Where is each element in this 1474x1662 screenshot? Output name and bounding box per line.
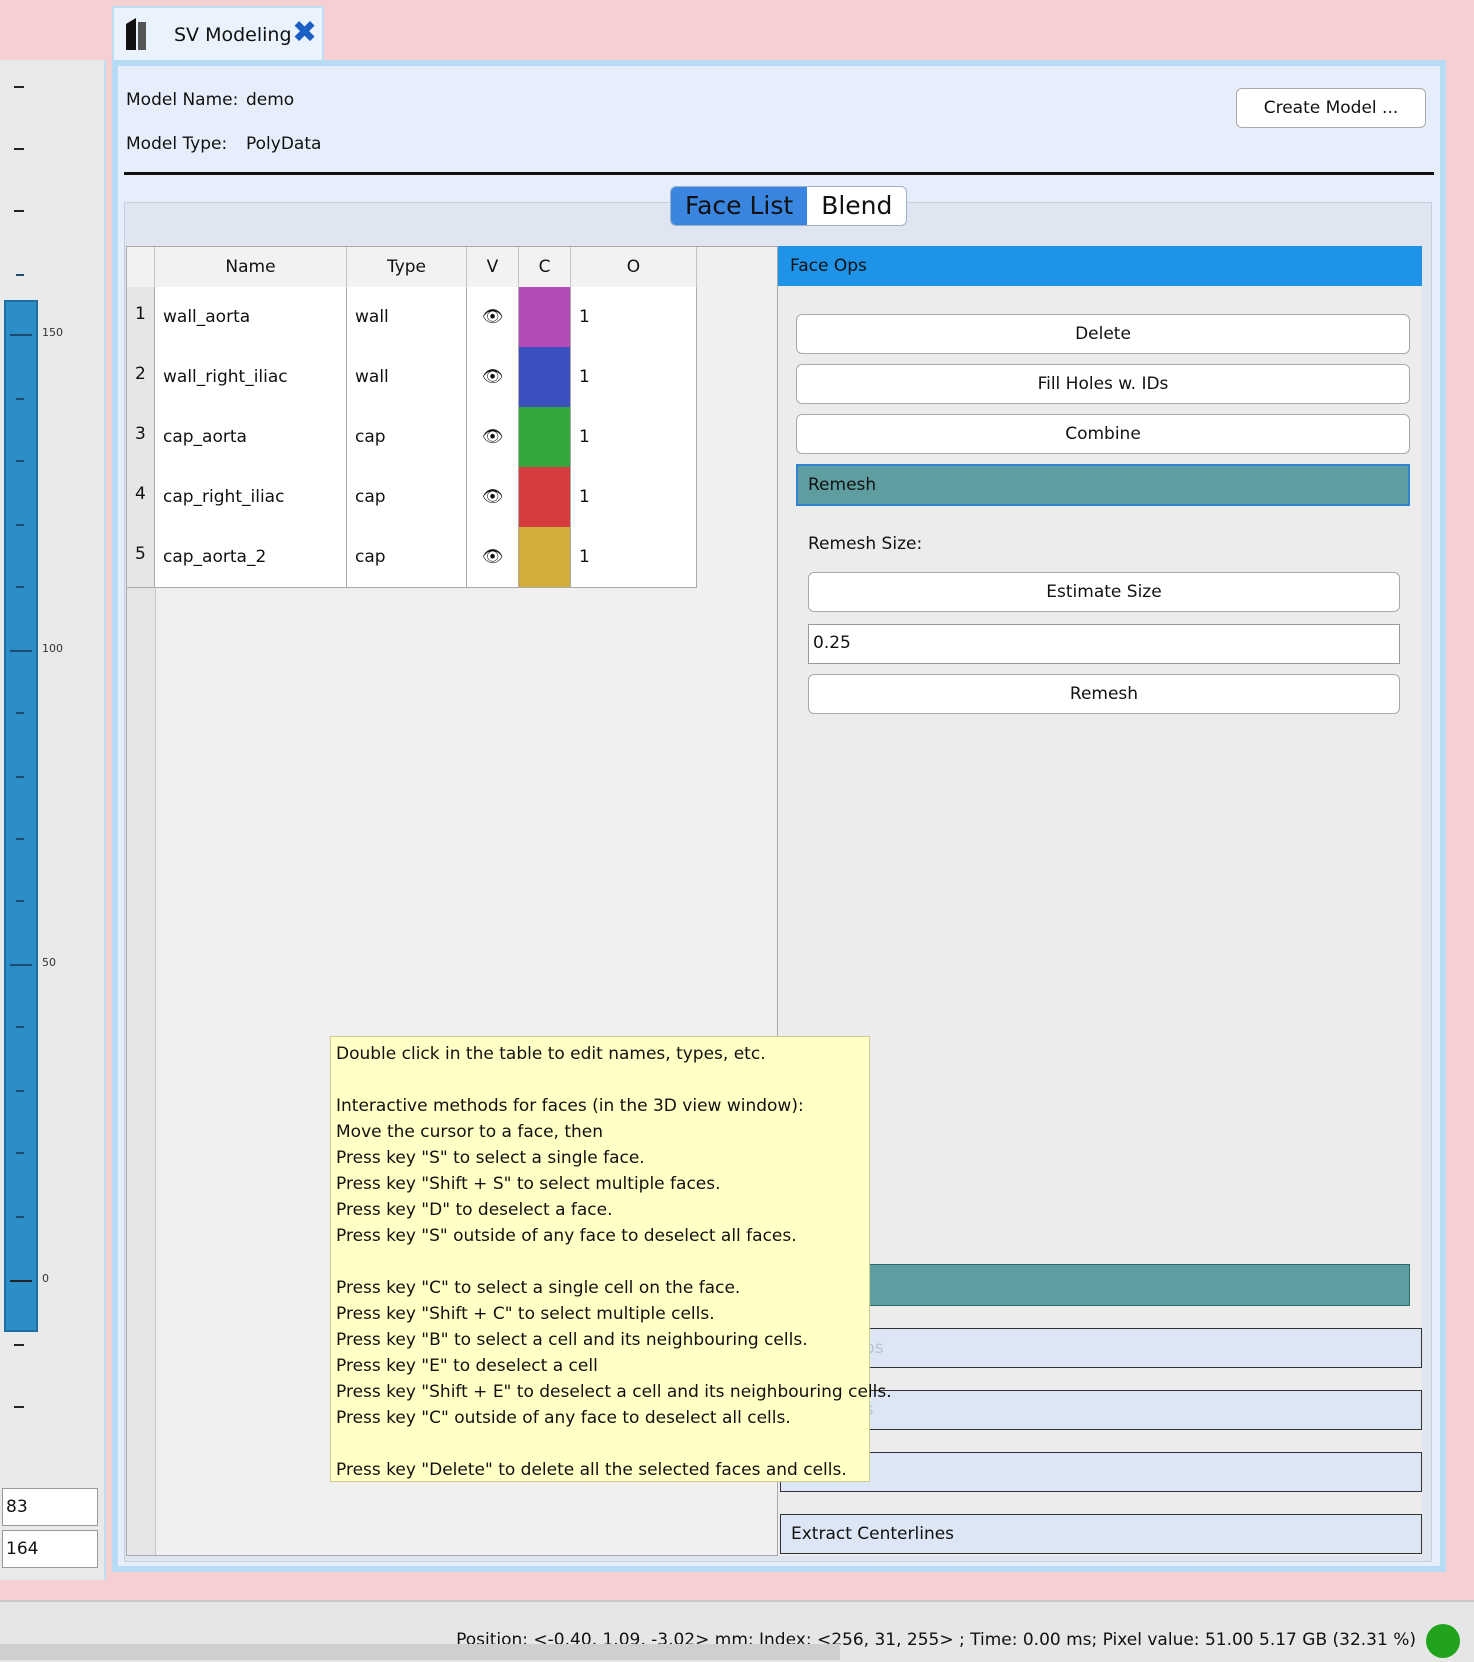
face-color-swatch[interactable] [519,347,571,407]
taskbar-strip [0,1644,840,1660]
face-color-swatch[interactable] [519,527,571,587]
tooltip-line: Press key "Shift + S" to select multiple… [336,1174,721,1194]
scale-label-100: 100 [42,642,63,655]
tab-blend[interactable]: Blend [807,187,906,225]
slider-max-field[interactable]: 164 [2,1530,98,1568]
face-opacity-cell[interactable]: 1 [571,287,697,347]
tooltip-line [336,1249,864,1275]
tooltip-line: Press key "Delete" to delete all the sel… [336,1460,847,1480]
face-name-cell[interactable]: cap_aorta_2 [155,527,347,587]
slider-value-field[interactable]: 83 [2,1488,98,1526]
face-color-swatch[interactable] [519,407,571,467]
face-name-cell[interactable]: cap_right_iliac [155,467,347,527]
tooltip-line: Press key "S" outside of any face to des… [336,1226,797,1246]
tooltip-line: Double click in the table to edit names,… [336,1044,766,1064]
slice-slider[interactable] [4,300,38,1332]
table-row[interactable]: 5 cap_aorta_2 cap 👁 1 [127,527,697,588]
view-tabs: Face List Blend [670,186,908,226]
column-header-opacity[interactable]: O [571,247,697,287]
fill-holes-button[interactable]: Fill Holes w. IDs [796,364,1410,404]
extract-centerlines-header[interactable]: Extract Centerlines [780,1514,1422,1554]
remesh-button[interactable]: Remesh [808,674,1400,714]
tooltip-line: Press key "C" outside of any face to des… [336,1408,791,1428]
slice-slider-panel: 150 100 50 0 83 164 [0,60,106,1580]
face-name-cell[interactable]: cap_aorta [155,407,347,467]
tooltip-line: Press key "E" to deselect a cell [336,1356,598,1376]
scale-label-50: 50 [42,956,56,969]
global-ops-header[interactable]: Global Ops [780,1328,1422,1368]
tooltip-line: Press key "Shift + C" to select multiple… [336,1304,715,1324]
tab-face-list[interactable]: Face List [671,187,808,225]
face-type-cell[interactable]: cap [347,407,467,467]
row-number: 3 [127,407,155,467]
estimate-size-button[interactable]: Estimate Size [808,572,1400,612]
face-name-cell[interactable]: wall_aorta [155,287,347,347]
face-name-cell[interactable]: wall_right_iliac [155,347,347,407]
face-type-cell[interactable]: cap [347,527,467,587]
table-row[interactable]: 1 wall_aorta wall 👁 1 [127,287,697,348]
face-type-cell[interactable]: wall [347,287,467,347]
row-number: 5 [127,527,155,587]
face-opacity-cell[interactable]: 1 [571,467,697,527]
eye-icon[interactable]: 👁 [467,347,519,407]
table-header: Name Type V C O [127,247,697,288]
column-header-type[interactable]: Type [347,247,467,287]
close-icon[interactable]: ✖ [292,18,317,48]
separator [124,172,1434,175]
scale-label-0: 0 [42,1272,49,1285]
status-indicator-icon [1426,1624,1460,1658]
delete-button[interactable]: Delete [796,314,1410,354]
model-type-value: PolyData [246,134,322,154]
help-tooltip: Double click in the table to edit names,… [330,1036,892,1482]
tab-title: SV Modeling [174,24,292,46]
tooltip-line: Interactive methods for faces (in the 3D… [336,1096,804,1116]
tooltip-line: Press key "Shift + E" to deselect a cell… [336,1382,892,1402]
eye-icon[interactable]: 👁 [467,467,519,527]
tooltip-line [336,1067,864,1093]
table-row[interactable]: 4 cap_right_iliac cap 👁 1 [127,467,697,528]
face-opacity-cell[interactable]: 1 [571,347,697,407]
model-name-label: Model Name: [126,90,239,110]
table-row[interactable]: 3 cap_aorta cap 👁 1 [127,407,697,468]
eye-icon[interactable]: 👁 [467,527,519,587]
column-header-name[interactable]: Name [155,247,347,287]
row-number: 2 [127,347,155,407]
face-color-swatch[interactable] [519,287,571,347]
row-number: 1 [127,287,155,347]
tooltip-line: Press key "D" to deselect a face. [336,1200,613,1220]
create-model-button[interactable]: Create Model ... [1236,88,1426,128]
app-icon [126,18,146,50]
remesh-size-label: Remesh Size: [808,534,923,554]
remesh-size-input[interactable]: 0.25 [808,624,1400,664]
scale-label-150: 150 [42,326,63,339]
face-type-cell[interactable]: wall [347,347,467,407]
face-ops-header[interactable]: Face Ops [778,246,1422,286]
column-header-color[interactable]: C [519,247,571,287]
face-ops-panel: Face Ops Delete Fill Holes w. IDs Combin… [778,246,1422,1556]
extract-section-header[interactable]: Extract [796,1264,1410,1306]
model-type-label: Model Type: [126,134,228,154]
row-number: 4 [127,467,155,527]
collapsed-section-header[interactable] [780,1452,1422,1492]
combine-button[interactable]: Combine [796,414,1410,454]
eye-icon[interactable]: 👁 [467,287,519,347]
face-opacity-cell[interactable]: 1 [571,527,697,587]
model-name-value: demo [246,90,295,110]
face-opacity-cell[interactable]: 1 [571,407,697,467]
tooltip-line: Press key "S" to select a single face. [336,1148,645,1168]
column-header-visible[interactable]: V [467,247,519,287]
face-type-cell[interactable]: cap [347,467,467,527]
tooltip-line: Press key "C" to select a single cell on… [336,1278,741,1298]
tooltip-line: Move the cursor to a face, then [336,1122,604,1142]
tooltip-line: Press key "B" to select a cell and its n… [336,1330,808,1350]
table-row[interactable]: 2 wall_right_iliac wall 👁 1 [127,347,697,408]
tooltip-line [336,1431,864,1457]
remesh-section-header[interactable]: Remesh [796,464,1410,506]
eye-icon[interactable]: 👁 [467,407,519,467]
face-color-swatch[interactable] [519,467,571,527]
tab-sv-modeling[interactable]: SV Modeling ✖ [112,6,324,60]
